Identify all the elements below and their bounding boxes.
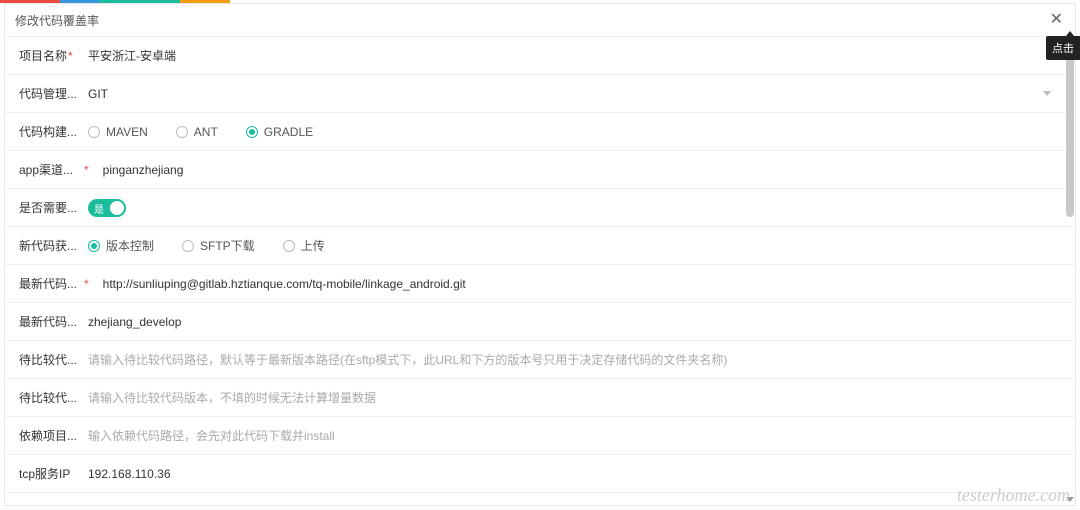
scroll-down-icon[interactable]: [1066, 495, 1074, 503]
radio-upload[interactable]: 上传: [283, 237, 325, 254]
radio-group-new-code: 版本控制 SFTP下载 上传: [88, 237, 325, 254]
row-build-tool: 代码构建... MAVEN ANT GRADLE: [5, 113, 1075, 151]
label-compare-path: 待比较代...: [5, 351, 80, 368]
radio-group-build-tool: MAVEN ANT GRADLE: [88, 125, 313, 139]
label-build-tool: 代码构建...: [5, 123, 80, 140]
label-app-channel: app渠道...: [5, 161, 80, 178]
label-tcp-ip: tcp服务IP: [5, 465, 80, 482]
row-project-name: 项目名称*: [5, 37, 1075, 75]
switch-need[interactable]: 是: [88, 199, 126, 217]
input-compare-path[interactable]: [88, 353, 1057, 367]
input-latest-branch[interactable]: [88, 315, 1057, 329]
switch-on-label: 是: [94, 201, 104, 216]
radio-ant[interactable]: ANT: [176, 125, 218, 139]
row-compare-path: 待比较代...: [5, 341, 1075, 379]
radio-gradle[interactable]: GRADLE: [246, 125, 313, 139]
radio-icon: [176, 126, 188, 138]
input-tcp-ip[interactable]: [88, 467, 1057, 481]
row-compare-ver: 待比较代...: [5, 379, 1075, 417]
label-deps: 依赖项目...: [5, 427, 80, 444]
required-mark: *: [84, 277, 89, 291]
close-icon[interactable]: ✕: [1048, 10, 1065, 30]
radio-icon: [283, 240, 295, 252]
radio-vcs[interactable]: 版本控制: [88, 237, 154, 254]
input-deps[interactable]: [88, 429, 1057, 443]
label-repo-type: 代码管理...: [5, 85, 80, 102]
row-tcp-ip: tcp服务IP: [5, 455, 1075, 493]
radio-maven[interactable]: MAVEN: [88, 125, 148, 139]
label-project-name: 项目名称*: [5, 47, 80, 64]
input-project-name[interactable]: [88, 49, 1057, 63]
input-latest-url[interactable]: [103, 277, 1057, 291]
radio-sftp[interactable]: SFTP下载: [182, 237, 255, 254]
input-compare-ver[interactable]: [88, 391, 1057, 405]
modal-edit-coverage: 修改代码覆盖率 ✕ 项目名称* 代码管理... GIT 代码构建... MAVE…: [4, 3, 1076, 506]
modal-header: 修改代码覆盖率 ✕: [5, 4, 1075, 37]
label-new-code: 新代码获...: [5, 237, 80, 254]
tooltip-hint: 点击: [1046, 36, 1080, 60]
row-new-code-source: 新代码获... 版本控制 SFTP下载 上传: [5, 227, 1075, 265]
select-repo-type[interactable]: GIT: [88, 87, 1057, 101]
label-latest-url: 最新代码...: [5, 275, 80, 292]
form-body: 项目名称* 代码管理... GIT 代码构建... MAVEN ANT GRAD…: [5, 37, 1075, 505]
scrollbar[interactable]: [1065, 37, 1075, 505]
modal-title: 修改代码覆盖率: [15, 12, 99, 29]
row-repo-type: 代码管理... GIT: [5, 75, 1075, 113]
row-latest-url: 最新代码... *: [5, 265, 1075, 303]
row-app-channel: app渠道... *: [5, 151, 1075, 189]
select-value: GIT: [88, 87, 108, 101]
row-deps: 依赖项目...: [5, 417, 1075, 455]
chevron-down-icon: [1043, 91, 1051, 96]
radio-icon: [88, 126, 100, 138]
radio-icon: [88, 240, 100, 252]
label-need: 是否需要...: [5, 199, 80, 216]
row-need-switch: 是否需要... 是: [5, 189, 1075, 227]
scroll-thumb[interactable]: [1066, 37, 1074, 217]
row-latest-branch: 最新代码...: [5, 303, 1075, 341]
label-latest-branch: 最新代码...: [5, 313, 80, 330]
radio-icon: [182, 240, 194, 252]
input-app-channel[interactable]: [103, 163, 1057, 177]
required-mark: *: [84, 163, 89, 177]
switch-knob: [110, 201, 124, 215]
radio-icon: [246, 126, 258, 138]
label-compare-ver: 待比较代...: [5, 389, 80, 406]
